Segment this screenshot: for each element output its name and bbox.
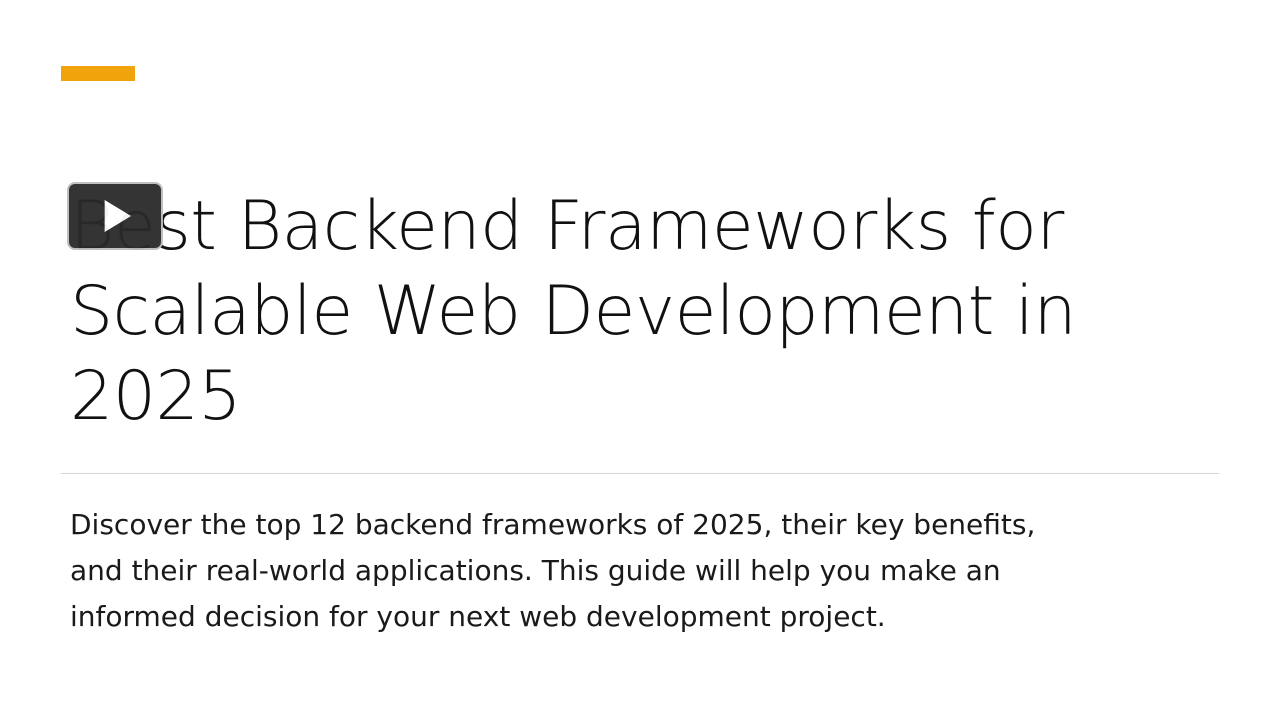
accent-bar bbox=[61, 66, 135, 81]
play-icon bbox=[104, 200, 131, 232]
slide-title: Best Backend Frameworks for Scalable Web… bbox=[70, 187, 1077, 436]
slide-subtitle: Discover the top 12 backend frameworks o… bbox=[70, 508, 1036, 633]
play-button[interactable] bbox=[67, 182, 163, 250]
presentation-slide: Best Backend Frameworks for Scalable Web… bbox=[0, 0, 1280, 720]
title-divider bbox=[61, 473, 1219, 474]
